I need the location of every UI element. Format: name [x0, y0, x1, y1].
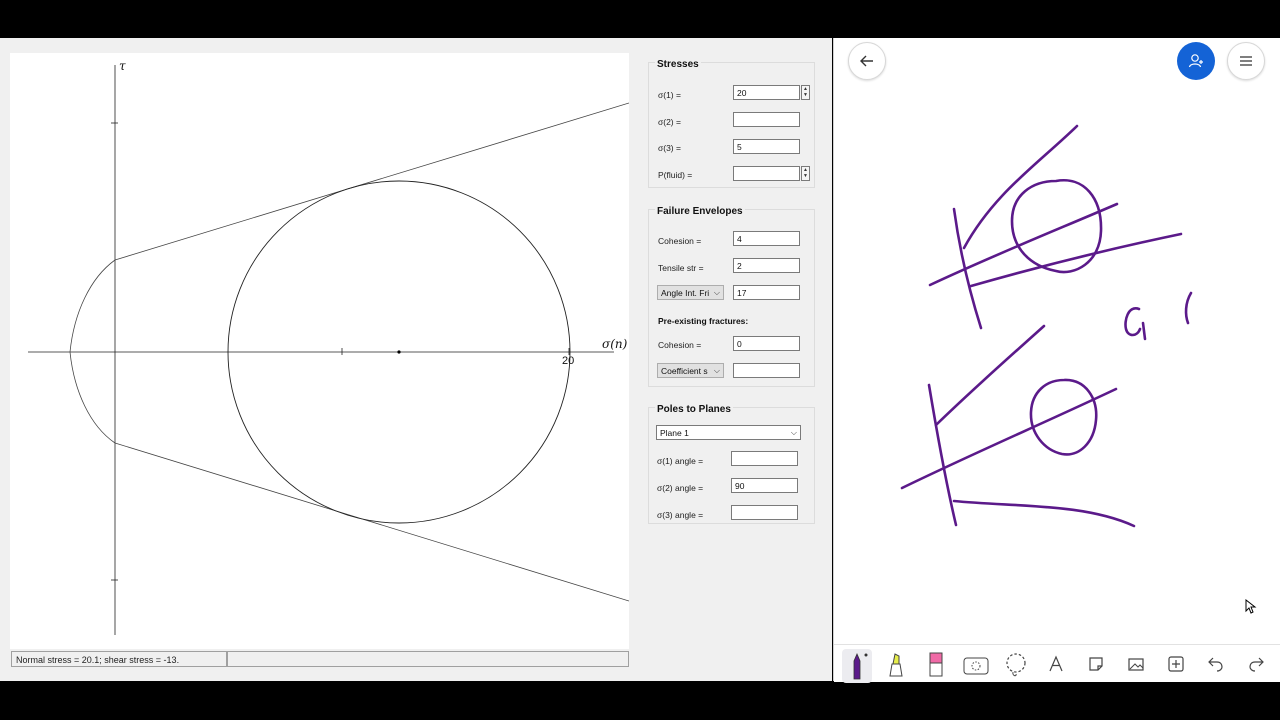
chevron-down-icon: ⌵ — [790, 428, 797, 437]
cohesion-label: Cohesion = — [658, 236, 702, 246]
pre-cohesion-input[interactable]: 0 — [733, 336, 800, 351]
pen-icon — [853, 652, 868, 680]
image-tool-button[interactable] — [1121, 649, 1151, 679]
sigma1-label: σ(1) = — [658, 90, 681, 100]
ink-lower-axis — [927, 383, 958, 527]
ink-upper-envelope — [962, 124, 1079, 250]
status-readout: Normal stress = 20.1; shear stress = -13… — [11, 651, 227, 667]
failure-envelopes-group: Failure Envelopes Cohesion = 4 Tensile s… — [648, 206, 815, 387]
ink-lower-line — [900, 387, 1118, 490]
lasso-tool-button[interactable] — [1001, 649, 1031, 679]
lasso-icon — [1006, 653, 1026, 677]
cursor-icon — [1245, 599, 1257, 614]
add-person-icon — [1188, 54, 1203, 68]
cohesion-input[interactable]: 4 — [733, 231, 800, 246]
add-box-icon — [1168, 656, 1184, 672]
sigma-tick-label-20: 20 — [562, 355, 574, 367]
ink-upper-line-a — [928, 202, 1119, 287]
sigma2-input[interactable] — [733, 112, 800, 127]
s2-angle-label: σ(2) angle = — [657, 483, 704, 493]
ink-toolbar — [834, 644, 1280, 683]
tensile-label: Tensile str = — [658, 263, 704, 273]
ink-lower-circle — [1029, 378, 1098, 456]
circle-center-point — [397, 350, 401, 354]
angle-select[interactable]: Angle Int. Fri ⌵ — [657, 285, 724, 300]
sigma-axis-label: σ(n) — [602, 337, 628, 351]
stresses-title: Stresses — [655, 59, 701, 70]
plane-select-value: Plane 1 — [660, 428, 689, 438]
ink-drawing — [900, 124, 1193, 528]
status-secondary — [227, 651, 629, 667]
hamburger-icon — [1240, 56, 1252, 66]
ink-lower-envelope — [934, 324, 1046, 427]
ruler-tool-button[interactable] — [961, 649, 991, 679]
angle-input[interactable]: 17 — [733, 285, 800, 300]
text-icon — [1049, 655, 1063, 672]
sigma1-input[interactable]: 20 — [733, 85, 800, 100]
chevron-down-icon: ⌵ — [713, 366, 720, 375]
pfluid-input[interactable] — [733, 166, 800, 181]
tau-axis-label: τ — [119, 59, 126, 73]
sticky-note-icon — [1089, 657, 1103, 671]
whiteboard[interactable] — [833, 38, 1280, 683]
tensile-cap — [69, 259, 116, 444]
note-tool-button[interactable] — [1081, 649, 1111, 679]
coefficient-input[interactable] — [733, 363, 800, 378]
s3-angle-label: σ(3) angle = — [657, 510, 704, 520]
mohr-circle-app: τ σ(n) 20 Normal stress = 20.1; shear st… — [0, 38, 832, 681]
sigma3-input[interactable]: 5 — [733, 139, 800, 154]
highlighter-tool-button[interactable] — [881, 649, 911, 679]
s1-angle-input[interactable] — [731, 451, 798, 466]
highlighter-icon — [889, 653, 903, 677]
angle-select-value: Angle Int. Fri — [661, 288, 710, 298]
back-button[interactable] — [848, 42, 886, 80]
failure-envelope-upper — [114, 102, 629, 261]
ink-sigma-letter — [1124, 307, 1147, 341]
image-icon — [1128, 658, 1144, 671]
undo-icon — [1208, 657, 1223, 672]
pen-tool-button[interactable] — [842, 649, 872, 683]
ink-upper-circle — [1010, 178, 1103, 274]
sigma2-label: σ(2) = — [658, 117, 681, 127]
tensile-input[interactable]: 2 — [733, 258, 800, 273]
redo-button[interactable] — [1241, 649, 1271, 679]
s2-angle-input[interactable]: 90 — [731, 478, 798, 493]
mohr-plot-svg: τ σ(n) 20 — [28, 59, 629, 635]
mohr-plot-canvas[interactable]: τ σ(n) 20 — [10, 53, 629, 649]
pre-cohesion-label: Cohesion = — [658, 340, 702, 350]
sigma3-label: σ(3) = — [658, 143, 681, 153]
ink-upper-line-b — [969, 232, 1183, 288]
menu-button[interactable] — [1227, 42, 1265, 80]
eraser-icon — [929, 652, 943, 677]
poles-title: Poles to Planes — [655, 404, 733, 415]
arrow-left-icon — [860, 55, 873, 67]
failure-envelope-lower — [114, 442, 629, 602]
redo-icon — [1249, 657, 1264, 672]
eraser-tool-button[interactable] — [921, 649, 951, 679]
invite-button[interactable] — [1177, 42, 1215, 80]
coefficient-select-value: Coefficient s — [661, 366, 708, 376]
poles-to-planes-group: Poles to Planes Plane 1 ⌵ σ(1) angle = σ… — [648, 404, 815, 524]
insert-tool-button[interactable] — [1161, 649, 1191, 679]
chevron-down-icon: ⌵ — [713, 288, 720, 297]
stresses-group: Stresses σ(1) = 20 ▲ ▼ σ(2) = σ(3) = 5 P(… — [648, 59, 815, 188]
preexisting-heading: Pre-existing fractures: — [658, 316, 749, 326]
s1-angle-label: σ(1) angle = — [657, 456, 704, 466]
ink-paren — [1184, 291, 1193, 325]
pfluid-label: P(fluid) = — [658, 170, 693, 180]
plane-select[interactable]: Plane 1 ⌵ — [656, 425, 801, 440]
ink-lower-baseline — [952, 499, 1136, 528]
undo-button[interactable] — [1201, 649, 1231, 679]
pfluid-spinner[interactable]: ▲ ▼ — [801, 166, 810, 181]
coefficient-select[interactable]: Coefficient s ⌵ — [657, 363, 724, 378]
ruler-icon — [963, 657, 989, 675]
failure-title: Failure Envelopes — [655, 206, 745, 217]
text-tool-button[interactable] — [1041, 649, 1071, 679]
s3-angle-input[interactable] — [731, 505, 798, 520]
sigma1-spinner[interactable]: ▲ ▼ — [801, 85, 810, 100]
